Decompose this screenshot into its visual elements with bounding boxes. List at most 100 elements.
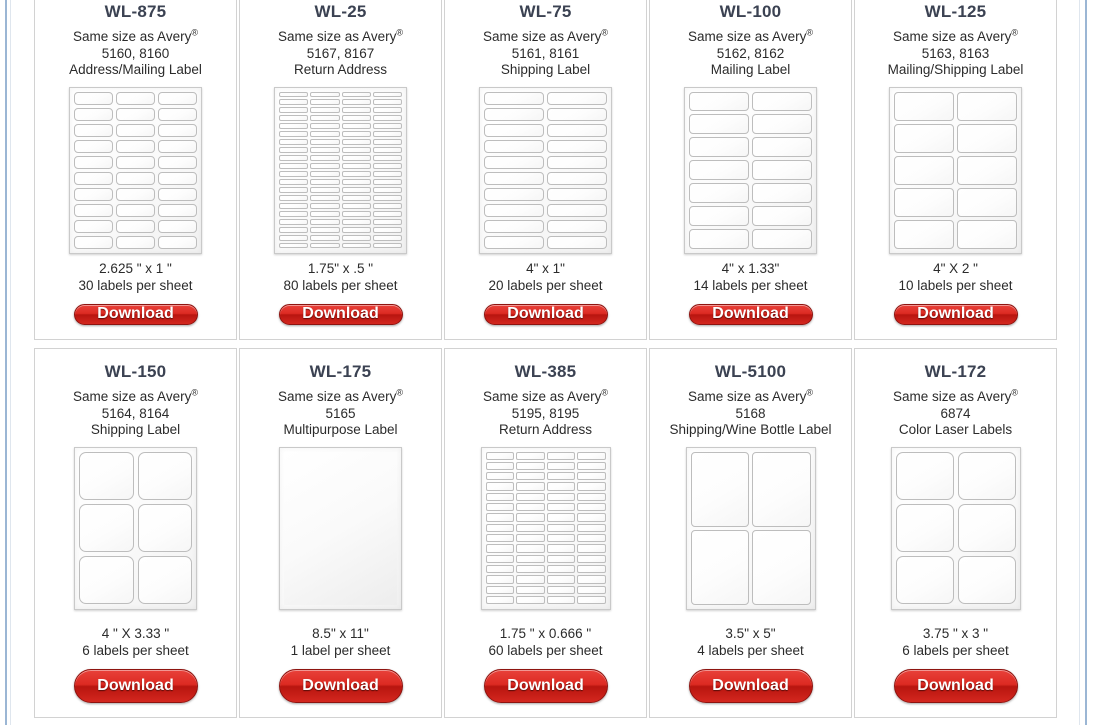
label-cell: [279, 131, 309, 138]
label-specs: 1.75" x .5 " 80 labels per sheet: [283, 260, 397, 294]
label-cell: [74, 91, 113, 105]
label-cell: [310, 218, 340, 225]
label-cell: [577, 513, 606, 522]
label-cell: [372, 226, 402, 233]
label-cell: [310, 155, 340, 162]
label-cell: [279, 163, 309, 169]
avery-equivalence-line: Same size as Avery®: [278, 388, 403, 406]
label-specs: 4" x 1" 20 labels per sheet: [488, 260, 602, 294]
label-cell: [341, 163, 371, 169]
label-specs: 3.75 " x 3 " 6 labels per sheet: [902, 625, 1009, 659]
label-cell: [116, 171, 155, 185]
label-dimensions: 3.5" x 5": [725, 626, 776, 641]
download-button[interactable]: Download: [278, 303, 403, 325]
avery-part-numbers: 6874: [940, 405, 971, 421]
download-button[interactable]: Download: [483, 303, 608, 325]
label-cell: [116, 187, 155, 201]
label-cell: [957, 503, 1016, 553]
label-specs: 3.5" x 5" 4 labels per sheet: [697, 625, 804, 659]
avery-equivalence-line: Same size as Avery®: [73, 388, 198, 406]
product-row: WL-875 Same size as Avery® 5160, 8160 Addre…: [34, 0, 1060, 340]
label-specs: 2.625 " x 1 " 30 labels per sheet: [78, 260, 192, 294]
label-cell: [310, 202, 340, 209]
labels-per-sheet: 6 labels per sheet: [82, 643, 189, 658]
label-cell: [895, 451, 954, 500]
label-cell: [894, 187, 954, 217]
label-cell: [894, 91, 954, 121]
label-cell: [546, 451, 575, 460]
label-cell: [957, 451, 1016, 500]
label-cell: [547, 123, 607, 137]
label-cell: [516, 513, 545, 522]
avery-part-numbers: 5165: [325, 405, 356, 421]
label-cell: [547, 91, 607, 105]
label-cell: [158, 235, 197, 249]
labels-per-sheet: 14 labels per sheet: [693, 277, 808, 293]
avery-part-numbers: 5168: [735, 405, 766, 421]
label-cell: [546, 565, 575, 574]
label-cell: [372, 139, 402, 146]
label-cell: [546, 596, 575, 605]
avery-equivalence-line: Same size as Avery®: [483, 388, 608, 406]
label-cell: [310, 107, 340, 114]
label-cell: [516, 472, 545, 481]
label-cell: [895, 556, 954, 605]
avery-equivalence-text: Same size as Avery: [483, 389, 602, 404]
label-cell: [516, 554, 545, 564]
download-button[interactable]: Download: [73, 669, 198, 703]
label-cell: [158, 91, 197, 105]
label-cell: [341, 178, 371, 185]
label-cell: [689, 160, 749, 180]
download-button[interactable]: Download: [483, 669, 608, 703]
label-specs: 4" x 1.33" 14 labels per sheet: [693, 260, 807, 294]
product-description: Same size as Avery® 5163, 8163 Mailing/Shi…: [888, 28, 1024, 79]
label-sheet-preview: [69, 86, 202, 254]
label-sheet-preview: [685, 446, 816, 610]
label-cell: [137, 451, 192, 500]
label-cell: [484, 187, 544, 201]
label-sheet-preview-wrapper: [861, 79, 1050, 254]
label-cell: [689, 205, 749, 226]
label-sheet-preview-wrapper: [41, 439, 230, 620]
label-cell: [116, 203, 155, 217]
download-button[interactable]: Download: [688, 669, 813, 703]
download-button[interactable]: Download: [893, 303, 1018, 325]
label-sheet-preview-wrapper: [656, 79, 845, 254]
label-cell: [372, 194, 402, 201]
label-cell: [310, 131, 340, 138]
label-cell: [279, 202, 309, 209]
product-description: Same size as Avery® 5167, 8167 Return Addr…: [278, 28, 403, 79]
download-button[interactable]: Download: [278, 669, 403, 703]
download-button[interactable]: Download: [893, 669, 1018, 703]
label-cell: [577, 523, 606, 533]
label-cell: [689, 182, 749, 203]
label-cell: [137, 556, 192, 605]
label-cell: [341, 242, 371, 249]
label-cell: [372, 107, 402, 114]
label-cell: [158, 123, 197, 137]
labels-per-sheet: 20 labels per sheet: [488, 277, 603, 293]
label-dimensions: 4" X 2 ": [933, 260, 978, 276]
label-cell: [284, 451, 397, 605]
label-sheet-preview: [890, 446, 1021, 610]
avery-part-numbers: 5164, 8164: [101, 405, 170, 421]
label-cell: [341, 155, 371, 162]
label-cell: [341, 115, 371, 122]
label-cell: [310, 186, 340, 193]
label-cell: [279, 123, 309, 130]
label-cell: [74, 155, 113, 169]
label-type: Multipurpose Label: [283, 422, 398, 437]
label-cell: [689, 91, 749, 112]
label-sheet-preview: [274, 86, 407, 254]
download-button[interactable]: Download: [688, 303, 813, 325]
product-card-wl-150: WL-150 Same size as Avery® 5164, 8164 Shipp…: [34, 348, 237, 718]
label-cell: [341, 226, 371, 233]
label-sheet-preview-wrapper: [451, 79, 640, 254]
label-cell: [116, 91, 155, 105]
label-cell: [372, 202, 402, 209]
label-sheet-preview-wrapper: [41, 79, 230, 254]
label-dimensions: 8.5" x 11": [312, 626, 369, 641]
label-type: Address/Mailing Label: [69, 62, 202, 77]
download-button[interactable]: Download: [73, 303, 198, 325]
label-cell: [546, 513, 575, 522]
